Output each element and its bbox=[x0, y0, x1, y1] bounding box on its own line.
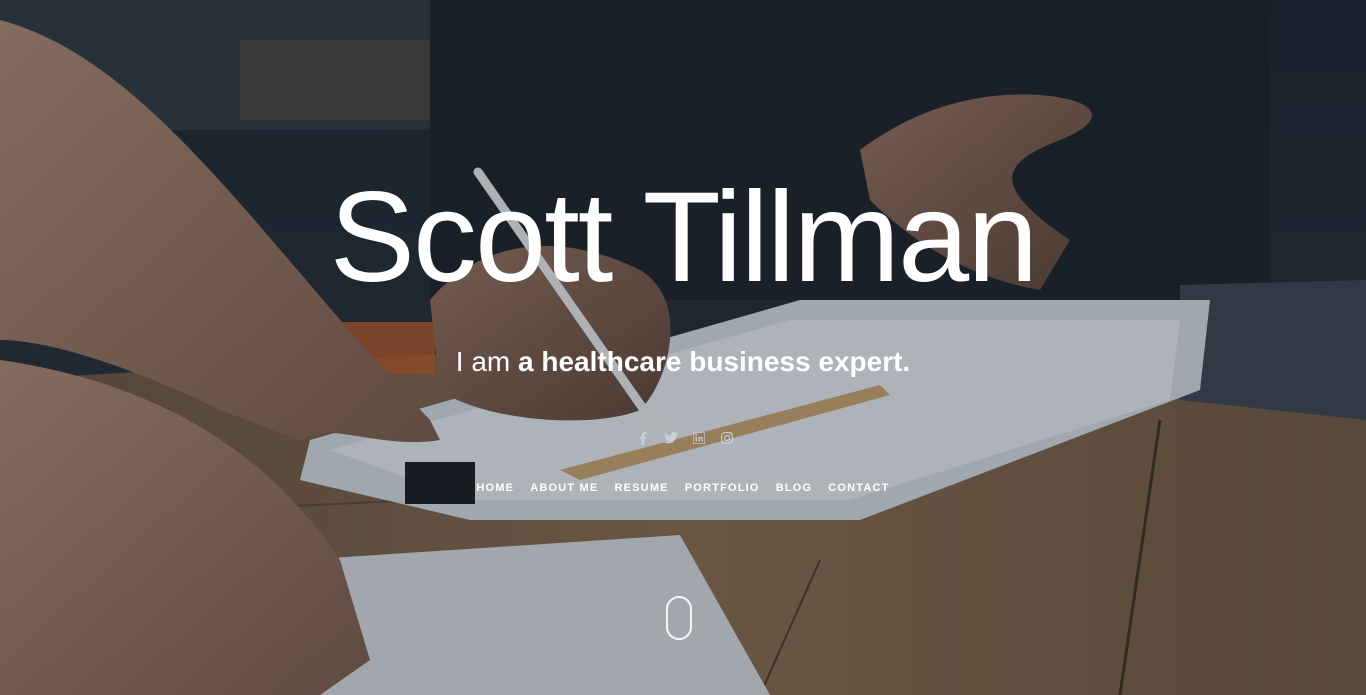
twitter-icon[interactable] bbox=[664, 431, 678, 445]
main-navigation: HOME ABOUT ME RESUME PORTFOLIO BLOG CONT… bbox=[0, 480, 1366, 496]
facebook-icon[interactable] bbox=[636, 431, 650, 445]
tagline-lead: I am bbox=[455, 346, 519, 377]
instagram-icon[interactable] bbox=[720, 431, 734, 445]
hero-tagline: I am a healthcare business expert. bbox=[0, 344, 1366, 380]
hero-section: Scott Tillman I am a healthcare business… bbox=[0, 0, 1366, 695]
scroll-down-indicator[interactable] bbox=[666, 596, 692, 640]
nav-blog-link[interactable]: BLOG bbox=[776, 480, 813, 496]
social-links bbox=[630, 428, 740, 448]
nav-about-link[interactable]: ABOUT ME bbox=[530, 480, 598, 496]
hero-content: Scott Tillman I am a healthcare business… bbox=[0, 0, 1366, 695]
nav-home-link[interactable]: HOME bbox=[476, 480, 514, 496]
nav-contact-link[interactable]: CONTACT bbox=[828, 480, 889, 496]
hero-name-heading: Scott Tillman bbox=[329, 166, 1039, 309]
linkedin-icon[interactable] bbox=[692, 431, 706, 445]
nav-portfolio-link[interactable]: PORTFOLIO bbox=[685, 480, 760, 496]
tagline-emphasis: a healthcare business expert. bbox=[518, 346, 911, 377]
nav-resume-link[interactable]: RESUME bbox=[614, 480, 668, 496]
